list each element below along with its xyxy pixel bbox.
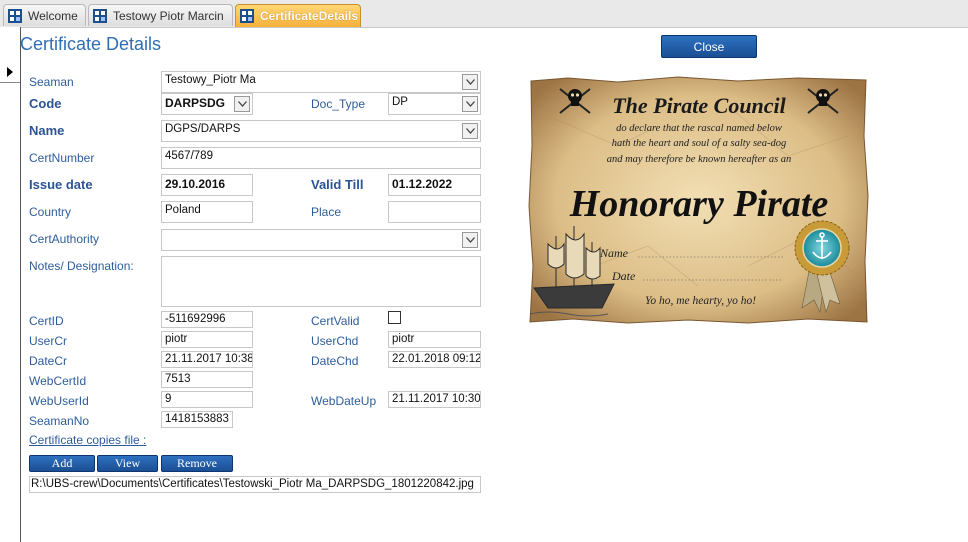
code-dropdown-button[interactable] [234,96,250,112]
remove-button[interactable]: Remove [161,455,233,472]
tab-label: Welcome [28,8,78,23]
certificate-motto: Yo ho, me hearty, yo ho! [645,295,756,307]
tab-label: Testowy Piotr Marcin [113,8,224,23]
name-dropdown-button[interactable] [462,123,478,139]
name-label: Name [29,123,65,138]
cert-authority-combo[interactable] [161,229,481,251]
doc-type-value: DP [392,96,408,108]
cert-id-label: CertID [29,314,64,328]
seaman-combo[interactable]: Testowy_Piotr Ma [161,71,481,93]
code-value: DARPSDG [165,96,226,110]
certificate-date-label: Date [611,269,636,283]
issue-date-label: Issue date [29,177,93,192]
chevron-down-icon [465,128,475,134]
date-chd-label: DateChd [311,354,359,368]
file-path-field[interactable]: R:\UBS-crew\Documents\Certificates\Testo… [29,476,481,493]
cert-number-field[interactable]: 4567/789 [161,147,481,169]
tab-welcome[interactable]: Welcome [3,4,86,26]
name-value: DGPS/DARPS [165,123,241,135]
close-button[interactable]: Close [661,35,757,58]
view-button[interactable]: View [97,455,158,472]
web-date-up-field[interactable]: 21.11.2017 10:30: [388,391,481,408]
certificate-copies-link[interactable]: Certificate copies file : [29,433,146,447]
issue-date-field[interactable]: 29.10.2016 [161,174,253,196]
place-label: Place [311,205,342,219]
country-label: Country [29,205,72,219]
chevron-down-icon [237,101,247,107]
form-icon [8,8,22,23]
web-user-id-field[interactable]: 9 [161,391,253,408]
web-user-id-label: WebUserId [29,394,89,408]
seaman-label: Seaman [29,75,74,89]
add-button[interactable]: Add [29,455,95,472]
certificate-line-3: and may therefore be known hereafter as … [607,154,792,165]
user-chd-field[interactable]: piotr [388,331,481,348]
cert-authority-label: CertAuthority [29,232,100,246]
seaman-dropdown-button[interactable] [462,74,478,90]
form-icon [240,9,254,23]
chevron-down-icon [465,101,475,107]
place-field[interactable] [388,201,481,223]
record-selector[interactable] [0,62,20,83]
web-date-up-label: WebDateUp [311,394,377,408]
certificate-line-1: do declare that the rascal named below [616,123,782,134]
certificate-name-label: Name [599,246,629,260]
notes-label: Notes/ Designation: [29,259,134,273]
tab-testowy-piotr-marcin[interactable]: Testowy Piotr Marcin [88,4,233,26]
page-title: Certificate Details [20,34,162,54]
certificate-big-title: Honorary Pirate [569,183,829,225]
doc-type-dropdown-button[interactable] [462,96,478,112]
user-cr-label: UserCr [29,334,67,348]
current-record-arrow-icon [7,67,13,77]
date-chd-field[interactable]: 22.01.2018 09:12: [388,351,481,368]
web-cert-id-label: WebCertId [29,374,87,388]
date-cr-field[interactable]: 21.11.2017 10:38: [161,351,253,368]
doc-type-label: Doc_Type [311,97,366,111]
certificate-image: The Pirate Council do declare that the r… [528,76,869,324]
cert-number-label: CertNumber [29,151,95,165]
web-cert-id-field[interactable]: 7513 [161,371,253,388]
country-field[interactable]: Poland [161,201,253,223]
code-combo[interactable]: DARPSDG [161,93,253,115]
cert-valid-checkbox[interactable] [388,311,401,324]
form-icon [93,8,107,23]
certificate-line-2: hath the heart and soul of a salty sea-d… [612,138,786,149]
seaman-no-field[interactable]: 1418153883 [161,411,233,428]
date-cr-label: DateCr [29,354,68,368]
seaman-no-label: SeamanNo [29,414,90,428]
seaman-value: Testowy_Piotr Ma [165,74,256,86]
valid-till-label: Valid Till [311,177,364,192]
name-combo[interactable]: DGPS/DARPS [161,120,481,142]
cert-valid-label: CertValid [311,314,360,328]
doc-type-combo[interactable]: DP [388,93,481,115]
tab-label: CertificateDetails [260,9,359,23]
record-selector-strip [0,27,21,542]
chevron-down-icon [465,237,475,243]
code-label: Code [29,96,62,111]
cert-id-field[interactable]: -511692996 [161,311,253,328]
notes-textarea[interactable] [161,256,481,307]
chevron-down-icon [465,79,475,85]
cert-authority-dropdown-button[interactable] [462,232,478,248]
certificate-heading: The Pirate Council [612,93,786,118]
valid-till-field[interactable]: 01.12.2022 [388,174,481,196]
tab-certificate-details[interactable]: CertificateDetails [235,4,361,27]
user-chd-label: UserChd [311,334,359,348]
user-cr-field[interactable]: piotr [161,331,253,348]
